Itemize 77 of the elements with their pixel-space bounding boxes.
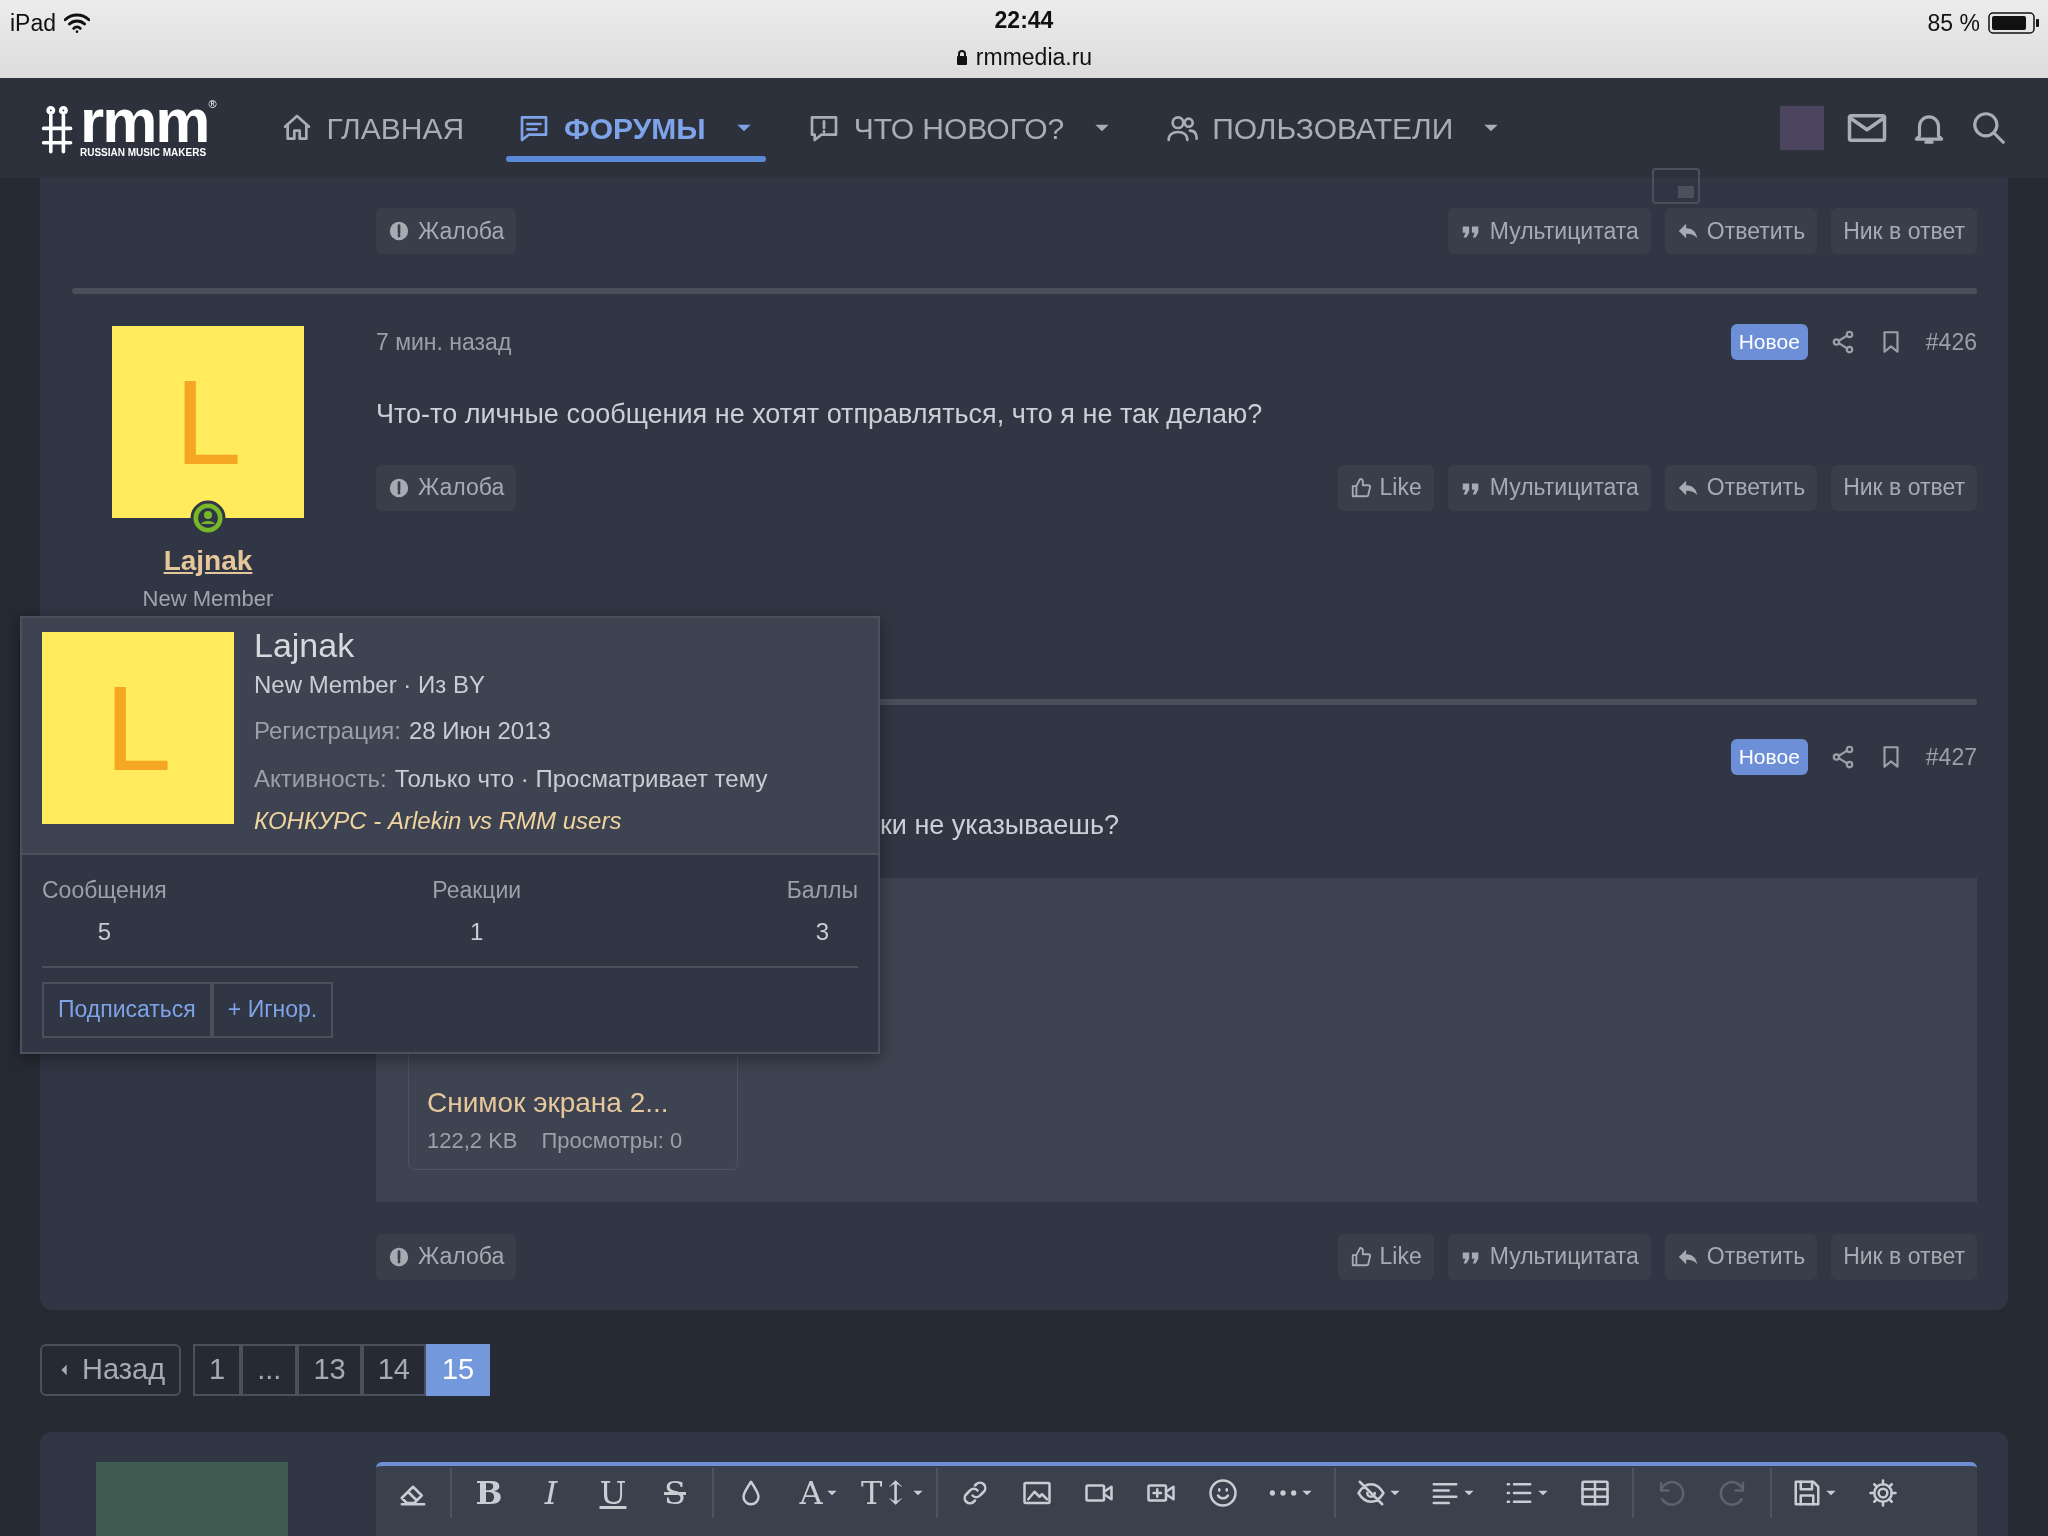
info-value: Только что · Просматривает тему	[394, 764, 768, 795]
action-button[interactable]: Ответить	[1664, 208, 1818, 254]
action-button[interactable]: Мультицитата	[1447, 208, 1651, 254]
wifi-icon	[64, 13, 91, 34]
member-subtitle: New Member · Из BY	[254, 670, 486, 701]
stat-value: 1	[470, 916, 484, 947]
search-icon	[1970, 109, 2008, 147]
previous-page-button[interactable]: Назад	[40, 1343, 182, 1396]
lock-icon	[955, 48, 968, 65]
clock: 22:44	[993, 6, 1055, 35]
user-title: New Member	[142, 585, 274, 613]
page-button[interactable]: ...	[241, 1343, 298, 1396]
eye-slash-icon	[1356, 1477, 1386, 1508]
action-button[interactable]: Мультицитата	[1447, 464, 1651, 511]
post-number[interactable]: #427	[1925, 739, 1977, 775]
page-button[interactable]: 14	[361, 1343, 426, 1396]
file-size: 122,2 KB	[427, 1126, 518, 1155]
thumbs-up-icon	[1349, 1245, 1372, 1268]
nav-tab[interactable]: ГЛАВНАЯ	[268, 78, 477, 178]
stat-value: 3	[815, 916, 830, 947]
exclamation-icon	[388, 476, 410, 499]
post-number[interactable]: #426	[1925, 324, 1977, 360]
strikethrough-button[interactable]: S	[644, 1470, 706, 1515]
member-name[interactable]: Lajnak	[254, 626, 768, 666]
stat-label: Реакции	[432, 876, 522, 906]
new-badge: Новое	[1730, 324, 1808, 360]
thread-link[interactable]: КОНКУРС - Arlekin vs RMM users	[254, 803, 622, 840]
page-button[interactable]: 1	[193, 1343, 242, 1396]
settings-icon	[1868, 1477, 1898, 1508]
nav-tab[interactable]: ПОЛЬЗОВАТЕЛИ	[1154, 78, 1514, 178]
battery-icon	[1988, 11, 2040, 36]
post-message: ки не указываешь?	[880, 809, 1120, 842]
page-button[interactable]: 15	[425, 1343, 491, 1396]
ignore-button[interactable]: + Игнор.	[211, 981, 334, 1038]
info-value: 28 Июн 2013	[408, 716, 551, 747]
page-button[interactable]: 13	[297, 1343, 362, 1396]
info-label: Активность:	[254, 764, 387, 795]
underline-button[interactable]: U	[582, 1470, 644, 1515]
action-button[interactable]: Жалоба	[376, 1233, 517, 1280]
attachment-name[interactable]: Снимок экрана 2...	[427, 1081, 719, 1124]
action-button[interactable]: Like	[1337, 464, 1434, 511]
post-time[interactable]: 7 мин. назад	[376, 324, 512, 360]
font-menu-button[interactable]: A	[782, 1470, 856, 1515]
smiley-icon	[1208, 1477, 1238, 1508]
stat-label: Сообщения	[42, 876, 167, 906]
view-count: Просмотры: 0	[541, 1126, 683, 1155]
italic-button[interactable]: I	[520, 1470, 582, 1515]
exclamation-icon	[388, 220, 410, 242]
username-link[interactable]: Lajnak	[163, 540, 253, 582]
action-button[interactable]: Ник в ответ	[1831, 208, 1977, 254]
action-button[interactable]: Ответить	[1664, 464, 1818, 511]
action-button[interactable]: Жалоба	[376, 208, 517, 254]
logo-wordmark: rmm	[80, 95, 209, 146]
follow-button[interactable]: Подписаться	[42, 981, 212, 1038]
device-name: iPad	[10, 9, 57, 38]
registered-mark: ®	[208, 96, 217, 110]
text-size-button[interactable]: T↕	[856, 1470, 930, 1515]
nav-tab[interactable]: ФОРУМЫ	[506, 78, 766, 178]
action-button[interactable]: Ник в ответ	[1831, 464, 1977, 511]
action-button[interactable]: Жалоба	[376, 464, 517, 511]
bold-button[interactable]: B	[458, 1470, 520, 1515]
stat-value: 5	[97, 916, 112, 947]
info-label: Регистрация:	[254, 716, 401, 747]
stat-label: Баллы	[786, 876, 858, 906]
post-message: Что-то личные сообщения не хотят отправляться, что я не так делаю?	[376, 398, 1264, 431]
action-button[interactable]: Like	[1337, 1233, 1434, 1280]
action-button[interactable]: Ответить	[1664, 1233, 1818, 1280]
dots-icon	[1268, 1488, 1298, 1497]
exclamation-icon	[388, 1245, 410, 1268]
action-button[interactable]: Ник в ответ	[1831, 1233, 1977, 1280]
logo-tagline: RUSSIAN MUSIC MAKERS	[80, 146, 208, 161]
action-button[interactable]: Мультицитата	[1447, 1233, 1651, 1280]
url-text[interactable]: rmmedia.ru	[975, 39, 1093, 74]
thumbs-up-icon	[1349, 476, 1372, 499]
new-badge: Новое	[1730, 739, 1808, 775]
battery-percent: 85 %	[1927, 9, 1980, 38]
nav-tab[interactable]: ЧТО НОВОГО?	[795, 78, 1125, 178]
